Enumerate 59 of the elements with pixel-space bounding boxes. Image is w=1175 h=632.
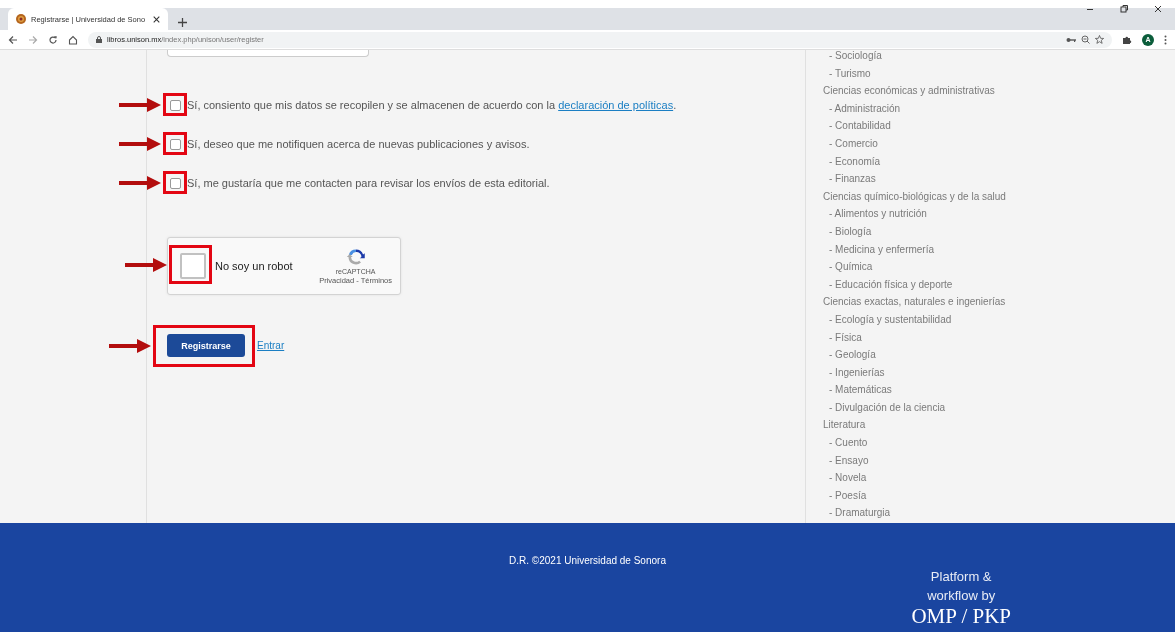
subcategory-link[interactable]: - Contabilidad (823, 117, 1175, 135)
consent-text: Sí, me gustaría que me contacten para revisar los envíos de esta editorial. (187, 177, 550, 189)
star-icon[interactable] (1095, 35, 1104, 44)
category-link[interactable]: Ciencias exactas, naturales e ingenierías (823, 293, 1175, 311)
subcategory-link[interactable]: - Alimentos y nutrición (823, 205, 1175, 223)
category-link[interactable]: Ciencias económicas y administrativas (823, 82, 1175, 100)
subcategory-link[interactable]: - Química (823, 258, 1175, 276)
subcategory-link[interactable]: - Geología (823, 346, 1175, 364)
checkbox[interactable] (169, 177, 181, 189)
subcategory-link[interactable]: - Administración (823, 99, 1175, 118)
recycle-arrows-icon (345, 247, 366, 267)
annotation-arrow (119, 136, 161, 151)
reload-icon[interactable] (48, 34, 58, 45)
subcategory-link[interactable]: - Poesía (823, 486, 1175, 505)
subcategory-link[interactable]: - Educación física y deporte (823, 275, 1175, 294)
captcha-checkbox[interactable] (180, 253, 206, 279)
category-link[interactable]: Ciencias químico-biológicas y de la salud (823, 187, 1175, 206)
platform-text: Platform & workflow by (926, 568, 997, 605)
back-icon[interactable] (8, 34, 18, 45)
subcategory-link[interactable]: - Ensayo (823, 451, 1175, 470)
key-icon[interactable] (1066, 36, 1076, 43)
login-link[interactable]: Entrar (257, 340, 285, 351)
subcategory-link[interactable]: - Ingenierías (823, 363, 1175, 382)
menu-icon[interactable] (1164, 34, 1167, 45)
puzzle-icon[interactable] (1122, 34, 1132, 45)
subcategory-link[interactable]: - Comercio (823, 134, 1175, 153)
checkbox[interactable] (169, 138, 181, 150)
subcategory-link[interactable]: - Medicina y enfermería (823, 240, 1175, 259)
annotation-arrow (119, 97, 161, 112)
subcategory-link[interactable]: - Ecología y sustentabilidad (823, 310, 1175, 329)
subcategory-link[interactable]: - Cuento (823, 434, 1175, 452)
captcha-label: No soy un robot (215, 260, 294, 272)
subcategory-link[interactable]: - Finanzas (823, 170, 1175, 188)
seal-icon (16, 14, 26, 24)
subcategory-link[interactable]: - Sociología (823, 50, 1175, 65)
close-icon[interactable] (153, 15, 160, 23)
new-tab-icon[interactable] (178, 18, 187, 27)
annotation-arrow (109, 339, 151, 353)
consent-text: Sí, deseo que me notifiquen acerca de nuevas publicaciones y avisos. (187, 138, 530, 150)
subcategory-link[interactable]: - Dramaturgia (823, 504, 1175, 523)
lock-icon (96, 36, 102, 43)
checkbox[interactable] (169, 99, 181, 111)
subcategory-link[interactable]: - Turismo (823, 64, 1175, 83)
subcategory-link[interactable]: - Novela (823, 469, 1175, 487)
copyright-text: D.R. ©2021 Universidad de Sonora (509, 555, 666, 566)
subcategory-link[interactable]: - Matemáticas (823, 381, 1175, 399)
subcategory-link[interactable]: - Biología (823, 222, 1175, 241)
register-button[interactable]: Registrarse (167, 334, 245, 357)
consent-text: Sí, consiento que mis datos se recopilen y se almacenen de acuerdo con la declaración de políticas. (187, 99, 677, 111)
subcategory-link[interactable]: - Divulgación de la ciencia (823, 398, 1175, 417)
subcategory-link[interactable]: - Física (823, 328, 1175, 347)
annotation-arrow (119, 175, 161, 190)
subcategory-link[interactable]: - Economía (823, 152, 1175, 171)
omp-pkp-logo[interactable]: OMP / PKP (911, 605, 1011, 627)
category-link[interactable]: Literatura (823, 416, 1175, 435)
annotation-arrow (125, 257, 167, 272)
input-field[interactable] (167, 50, 369, 57)
home-icon[interactable] (68, 34, 78, 45)
zoom-icon[interactable] (1081, 35, 1090, 44)
